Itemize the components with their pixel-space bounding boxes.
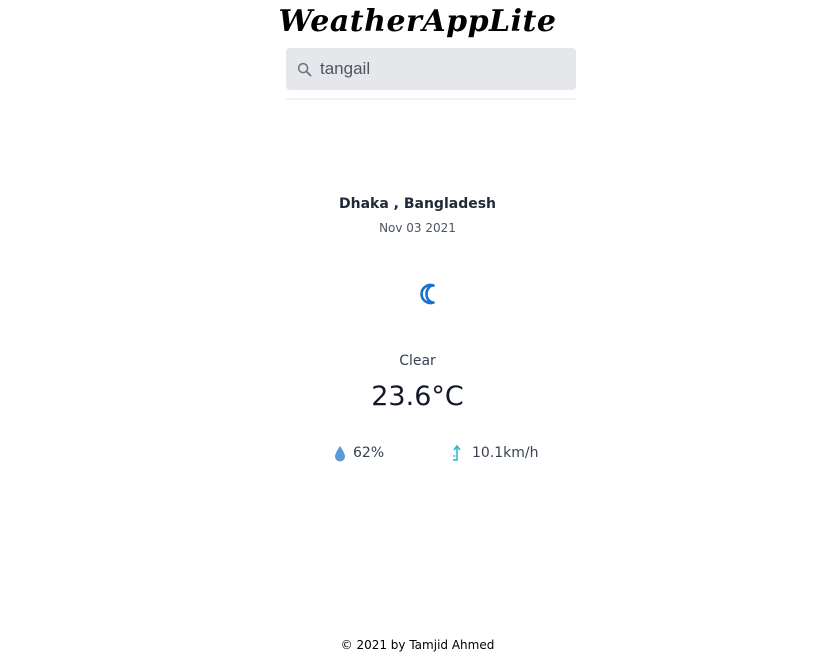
footer-credit: © 2021 by Tamjid Ahmed	[340, 638, 495, 652]
search-divider	[286, 98, 576, 100]
weather-date: Nov 03 2021	[379, 221, 456, 235]
app-title: WeatherAppLite	[278, 4, 557, 39]
humidity-value: 62%	[353, 445, 385, 461]
water-drop-icon	[333, 444, 347, 462]
humidity-stat: 62%	[333, 444, 384, 462]
wind-value: 10.1km/h	[472, 445, 539, 461]
search-input[interactable]	[320, 48, 576, 90]
search-icon	[296, 61, 312, 77]
moon-icon	[418, 282, 442, 306]
location-name: Dhaka , Bangladesh	[338, 196, 497, 212]
weather-condition: Clear	[399, 353, 436, 369]
weather-app: WeatherAppLite Dhaka , Bangladesh Nov 03…	[0, 0, 835, 661]
search-bar[interactable]	[286, 48, 576, 90]
temperature-value: 23.6°C	[371, 381, 464, 412]
wind-stat: 10.1km/h	[448, 444, 539, 462]
wind-direction-icon	[448, 444, 462, 462]
